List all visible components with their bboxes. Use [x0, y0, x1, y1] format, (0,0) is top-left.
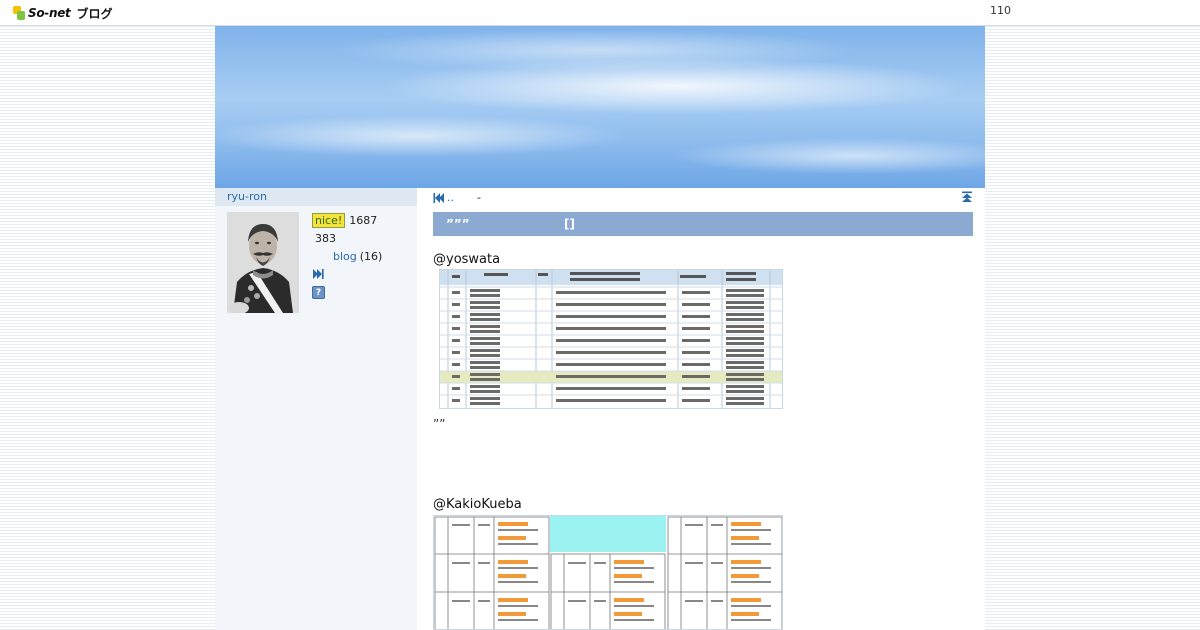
blog-count-row: blog (16) [333, 250, 382, 263]
article-nav: .. - [433, 191, 973, 205]
sidebar: ryu-ron nice! 1687 383 blog (16) ? [215, 188, 417, 630]
back-to-top-icon[interactable] [961, 191, 973, 203]
brand-name: So-net [28, 6, 71, 20]
embedded-table-screenshot[interactable] [439, 269, 783, 409]
main-content: .. - ””” [] @yoswata ”” @KakioKueba [417, 188, 985, 630]
article-title-bar: ””” [] [433, 212, 973, 236]
document-grid-image [434, 516, 782, 629]
top-bar: So-net ブログ 110 [0, 0, 1200, 26]
blog-header-banner[interactable] [215, 26, 985, 188]
so-net-blog-logo[interactable]: So-net ブログ [12, 4, 113, 22]
nice-badge[interactable]: nice! [312, 213, 346, 228]
prev-article-label: .. [447, 191, 454, 204]
profile-avatar[interactable] [227, 212, 299, 313]
service-name: ブログ [76, 6, 113, 21]
closing-quote: ”” [433, 417, 446, 431]
blog-link[interactable]: blog [333, 250, 357, 263]
help-icon[interactable]: ? [312, 286, 325, 299]
so-net-logo-icon [13, 6, 25, 20]
nice-stats: nice! 1687 [312, 213, 377, 228]
article-title-bracket: [] [564, 217, 575, 231]
embedded-document-screenshot[interactable] [433, 515, 783, 630]
portrait-image [227, 212, 299, 313]
twitter-handle-2[interactable]: @KakioKueba [433, 497, 522, 512]
first-page-icon [433, 192, 444, 203]
blog-count: (16) [359, 250, 383, 263]
twitter-handle[interactable]: @yoswata [433, 252, 500, 267]
prev-article-link[interactable]: .. [433, 191, 454, 204]
nice-count: 1687 [349, 214, 378, 227]
table-image [440, 270, 782, 408]
nav-separator: - [477, 191, 481, 204]
next-page-icon[interactable] [312, 268, 324, 280]
stat-count: 383 [315, 232, 336, 245]
top-counter: 110 [990, 4, 1011, 17]
article-title[interactable]: ””” [446, 212, 470, 236]
owner-name-link[interactable]: ryu-ron [215, 188, 417, 206]
